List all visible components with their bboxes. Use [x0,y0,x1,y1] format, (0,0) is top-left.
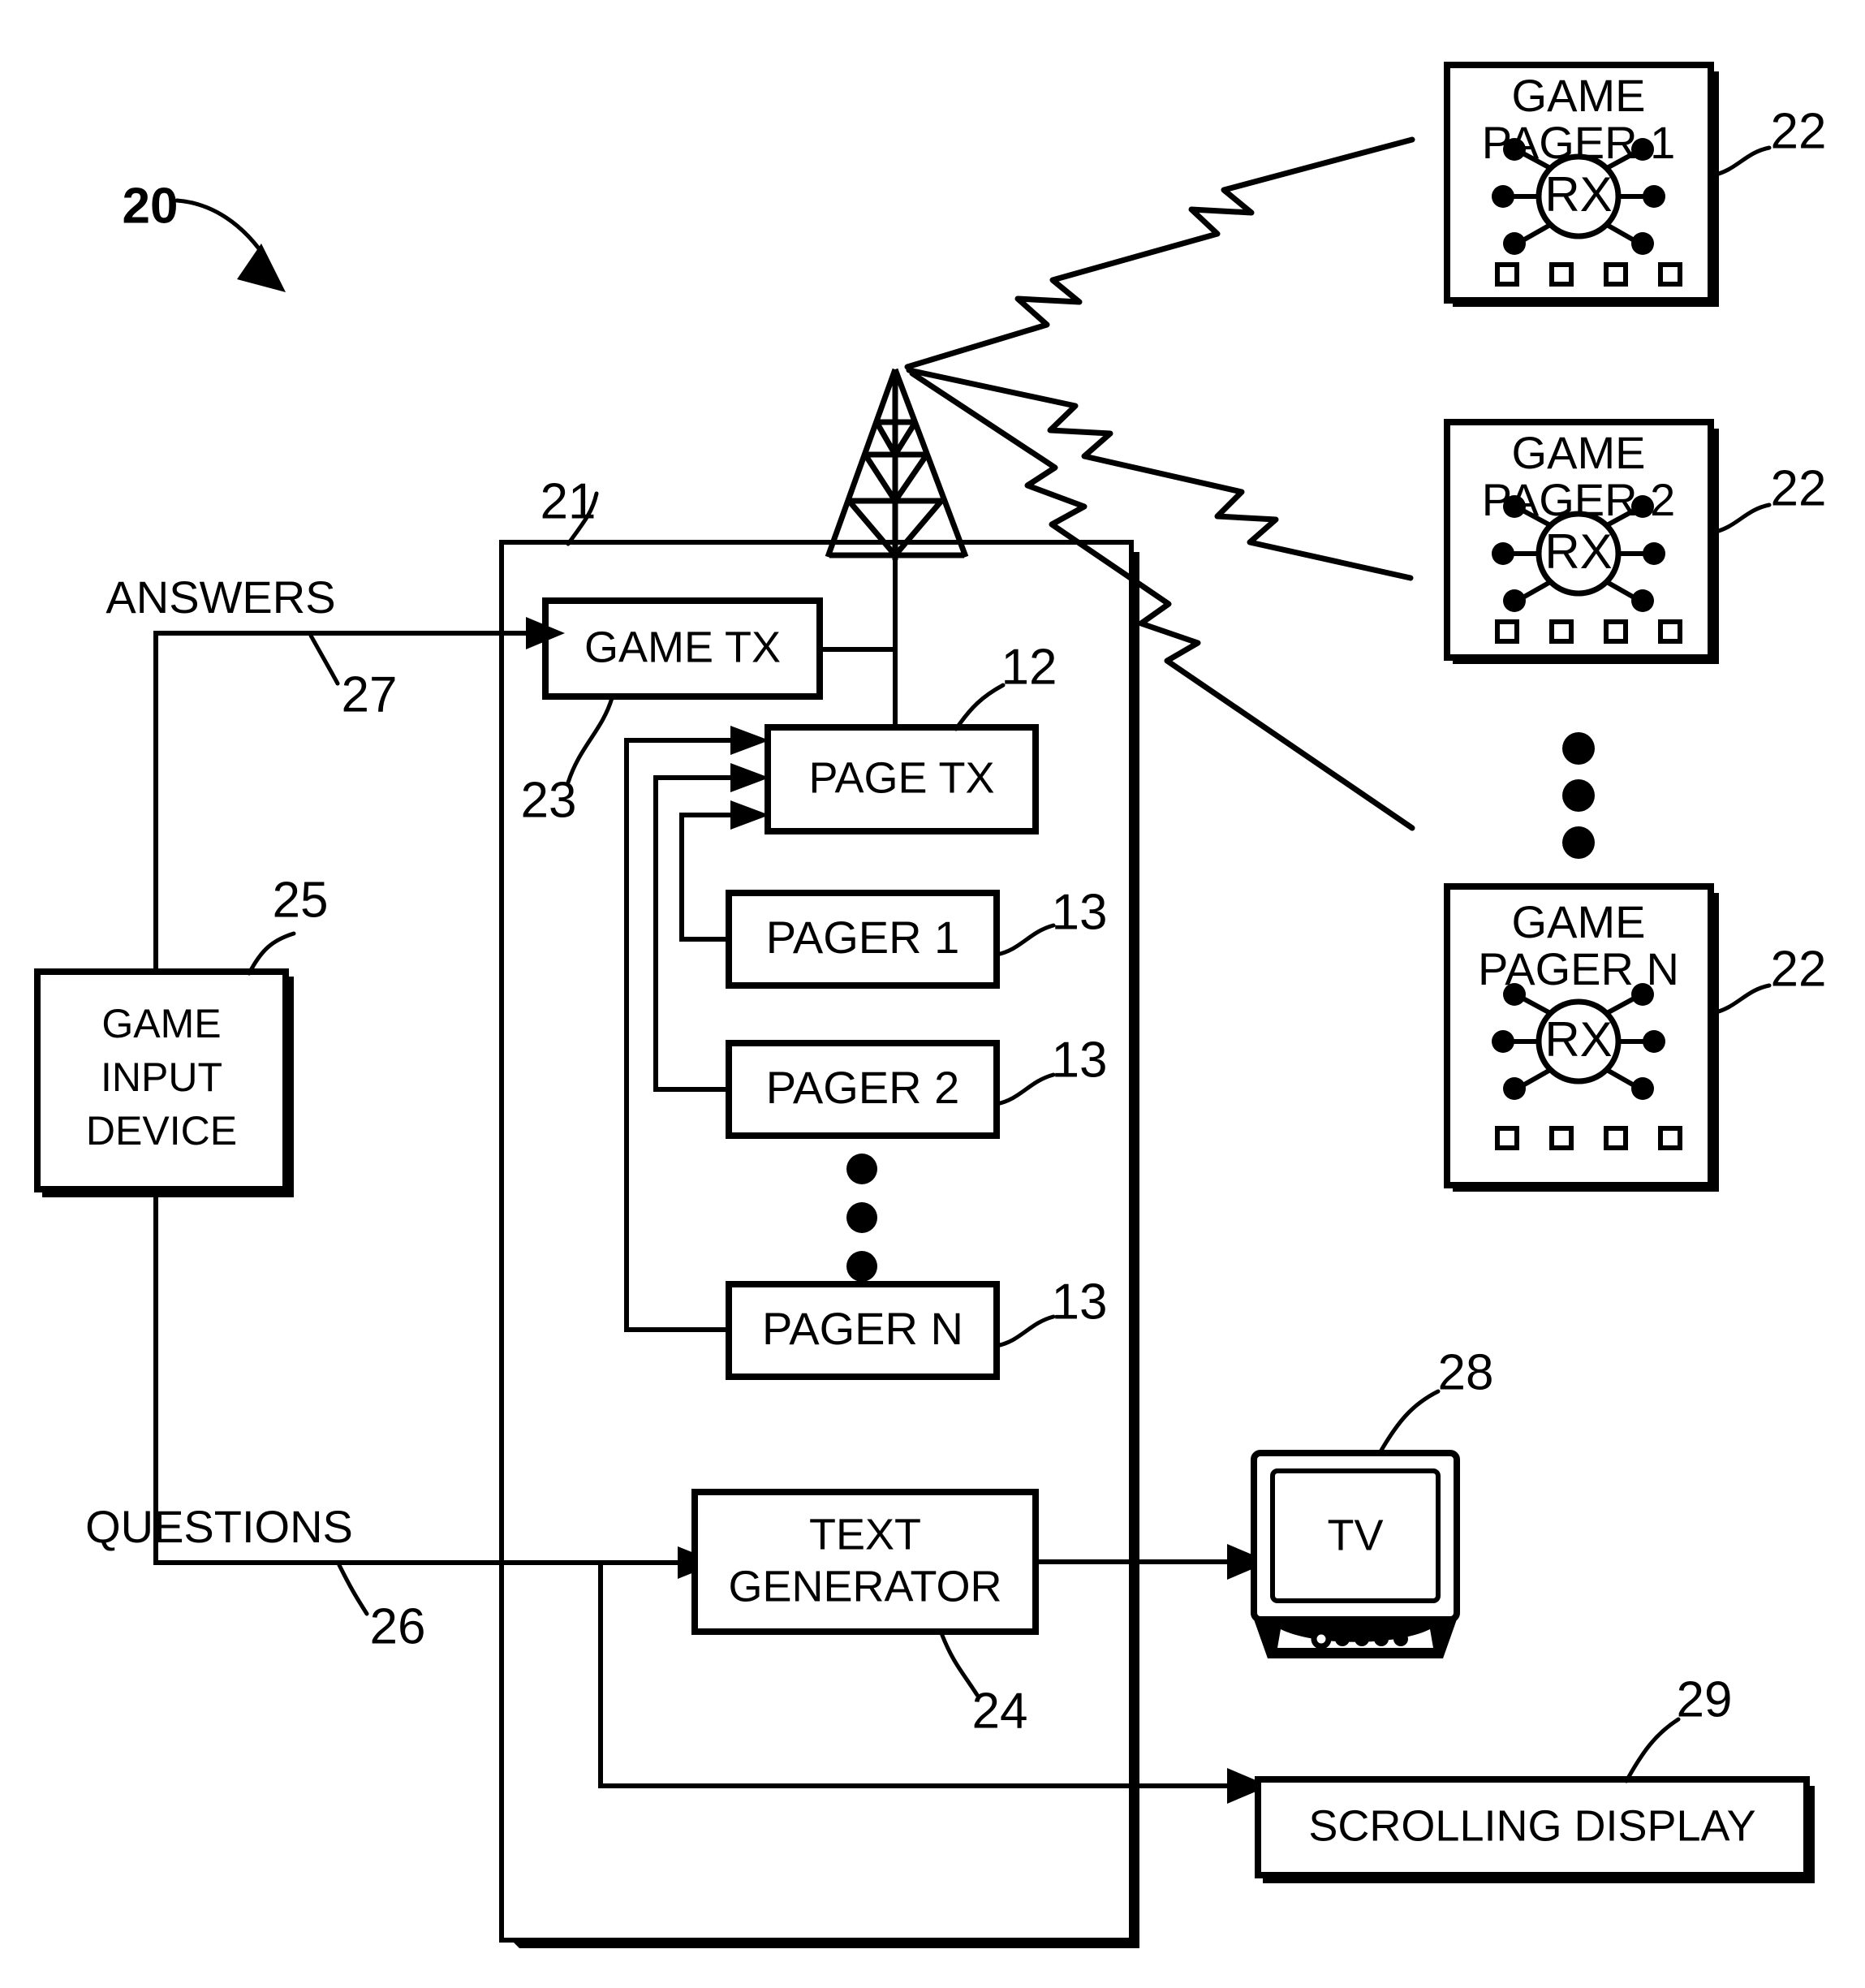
tv-ref: 28 [1438,1344,1494,1400]
game-pager-n-ref: 22 [1771,941,1827,997]
answers-ref: 27 [342,666,398,722]
game-pager-1-ref: 22 [1771,103,1827,159]
tv-label: TV [1327,1511,1383,1559]
text-generator-ref: 24 [972,1683,1028,1739]
system-enclosure-ref: 21 [541,473,597,529]
text-generator-label-1: TEXT [809,1510,921,1559]
game-pager-n-title-2: PAGER N [1478,943,1679,994]
figure-reference-callout [174,198,286,292]
game-pager-2-title-1: GAME [1512,427,1646,478]
game-pager-1-title-1: GAME [1512,70,1646,121]
game-tx-ref: 23 [521,772,577,828]
vertical-ellipsis-icon-pagers [846,1154,877,1282]
game-pager-n-title-1: GAME [1512,896,1646,947]
game-pager-1-rx-label: RX [1544,167,1612,222]
game-pager-n-rx-label: RX [1544,1012,1612,1067]
game-pager-2-rx-label: RX [1544,524,1612,579]
game-input-device-ref: 25 [273,872,329,928]
pager-2-ref: 13 [1052,1032,1108,1088]
questions-ref: 26 [370,1598,426,1654]
game-input-device-label-3: DEVICE [86,1108,237,1154]
pager-1-label: PAGER 1 [766,912,960,963]
text-generator-label-2: GENERATOR [728,1562,1001,1611]
pager-1-ref: 13 [1052,884,1108,940]
questions-label: QUESTIONS [85,1501,353,1552]
game-pager-1-title-2: PAGER 1 [1482,117,1676,168]
page-tx-ref: 12 [1001,639,1057,695]
patent-figure: 20 21 ANSWERS 27 GAME TX 23 PAGE TX 12 P… [0,0,1865,1988]
game-pager-2-ref: 22 [1771,460,1827,516]
pager-2-label: PAGER 2 [766,1062,960,1113]
scrolling-display-label: SCROLLING DISPLAY [1308,1801,1755,1850]
vertical-ellipsis-icon-game-pagers [1562,732,1595,859]
game-tx-label: GAME TX [584,623,781,671]
game-input-device-label-2: INPUT [101,1054,222,1100]
scrolling-display-ref: 29 [1677,1671,1733,1727]
answers-label: ANSWERS [106,571,335,623]
pager-n-ref: 13 [1052,1274,1108,1330]
game-pager-2-title-2: PAGER 2 [1482,474,1676,525]
game-input-device-label-1: GAME [101,1001,221,1046]
page-tx-label: PAGE TX [808,753,994,802]
system-block-diagram: 20 21 ANSWERS 27 GAME TX 23 PAGE TX 12 P… [34,62,1827,1948]
figure-reference-label: 20 [123,178,179,234]
pager-n-label: PAGER N [762,1303,963,1354]
